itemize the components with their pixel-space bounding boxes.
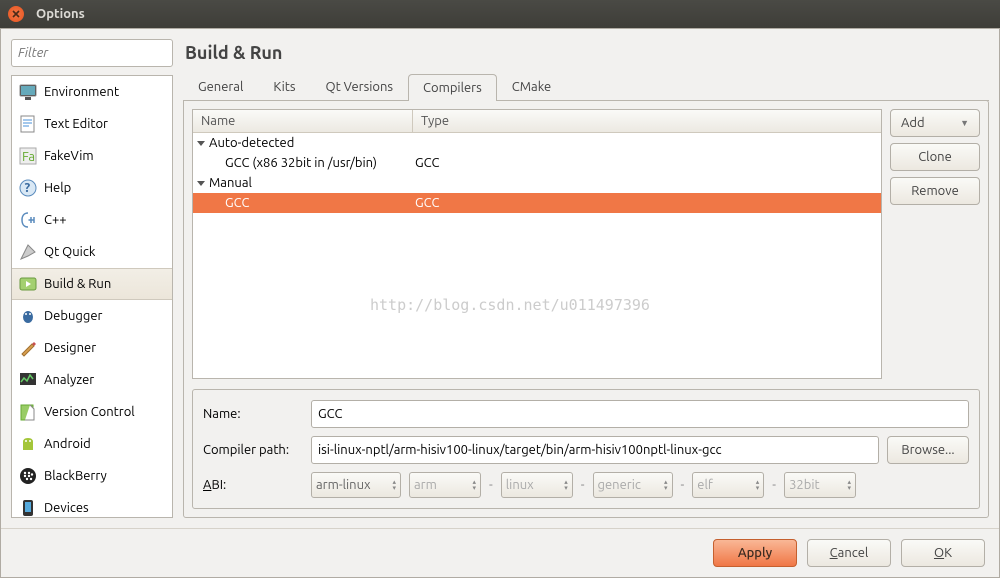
category-label: Analyzer [44,373,94,387]
cpp-icon [18,210,38,230]
abi-os-select: linux▴▾ [501,472,573,498]
category-label: BlackBerry [44,469,107,483]
abi-flavor-select: generic▴▾ [593,472,673,498]
category-qtquick[interactable]: Qt Quick [12,236,172,268]
name-label: Name: [203,407,303,421]
help-icon: ? [18,178,38,198]
page-title: Build & Run [185,43,989,63]
tab-general[interactable]: General [183,73,258,100]
build-run-icon [18,274,38,294]
tab-cmake[interactable]: CMake [497,73,566,100]
path-label: Compiler path: [203,443,303,457]
category-fakevim[interactable]: Fa FakeVim [12,140,172,172]
tab-kits[interactable]: Kits [258,73,310,100]
tab-compilers[interactable]: Compilers [408,74,497,101]
name-input[interactable] [311,400,969,428]
category-label: Designer [44,341,96,355]
category-analyzer[interactable]: Analyzer [12,364,172,396]
category-label: Devices [44,501,89,515]
tree-group-auto[interactable]: Auto-detected [193,133,881,153]
dialog-footer: Apply Cancel OK [1,528,999,577]
category-android[interactable]: Android [12,428,172,460]
abi-label: ABI: [203,478,303,492]
abi-width-select: 32bit▴▾ [784,472,856,498]
svg-text:Fa: Fa [22,150,35,164]
abi-format-select: elf▴▾ [692,472,764,498]
remove-button[interactable]: Remove [890,177,980,205]
category-devices[interactable]: Devices [12,492,172,518]
tab-qtversions[interactable]: Qt Versions [311,73,409,100]
title-bar: Options [0,0,1000,28]
category-label: Environment [44,85,119,99]
abi-select[interactable]: arm-linux▴▾ [311,472,401,498]
compiler-path-input[interactable] [311,436,879,464]
category-blackberry[interactable]: BlackBerry [12,460,172,492]
designer-icon [18,338,38,358]
column-name[interactable]: Name [193,110,413,132]
devices-icon [18,498,38,518]
column-type[interactable]: Type [413,110,457,132]
window-title: Options [36,7,85,21]
compiler-tree[interactable]: Name Type Auto-detected GCC (x86 32bit i… [192,109,882,379]
svg-text:?: ? [25,181,31,195]
category-label: Qt Quick [44,245,95,259]
monitor-icon [18,82,38,102]
category-label: Android [44,437,91,451]
category-text-editor[interactable]: Text Editor [12,108,172,140]
filter-input[interactable] [11,39,173,67]
category-version-control[interactable]: Version Control [12,396,172,428]
chevron-down-icon: ▼ [960,118,969,128]
category-help[interactable]: ? Help [12,172,172,204]
tab-content: Name Type Auto-detected GCC (x86 32bit i… [183,100,989,518]
version-control-icon [18,402,38,422]
compiler-detail: Name: Compiler path: Browse... ABI: arm-… [192,389,980,509]
debugger-icon [18,306,38,326]
apply-button[interactable]: Apply [713,539,797,567]
category-label: Build & Run [44,277,111,291]
tree-header: Name Type [193,110,881,133]
category-list[interactable]: Environment Text Editor Fa FakeVim ? Hel… [11,75,173,518]
expander-icon[interactable] [197,181,205,186]
category-label: Version Control [44,405,135,419]
abi-arch-select: arm▴▾ [409,472,481,498]
fakevim-icon: Fa [18,146,38,166]
android-icon [18,434,38,454]
add-button[interactable]: Add ▼ [890,109,980,137]
document-icon [18,114,38,134]
clone-button[interactable]: Clone [890,143,980,171]
expander-icon[interactable] [197,141,205,146]
blackberry-icon [18,466,38,486]
category-label: Help [44,181,71,195]
tree-item-auto-gcc[interactable]: GCC (x86 32bit in /usr/bin) GCC [193,153,881,173]
qtquick-icon [18,242,38,262]
tree-item-manual-gcc[interactable]: GCC GCC [193,193,881,213]
analyzer-icon [18,370,38,390]
cancel-button[interactable]: Cancel [807,539,891,567]
dialog-body: Environment Text Editor Fa FakeVim ? Hel… [0,28,1000,578]
category-label: Debugger [44,309,102,323]
category-label: FakeVim [44,149,94,163]
tree-group-manual[interactable]: Manual [193,173,881,193]
category-label: C++ [44,213,67,227]
close-icon[interactable] [8,6,24,22]
category-environment[interactable]: Environment [12,76,172,108]
tab-bar: General Kits Qt Versions Compilers CMake [183,73,989,101]
category-build-run[interactable]: Build & Run [12,268,172,300]
category-label: Text Editor [44,117,108,131]
tree-body[interactable]: Auto-detected GCC (x86 32bit in /usr/bin… [193,133,881,378]
category-cpp[interactable]: C++ [12,204,172,236]
browse-button[interactable]: Browse... [887,436,969,464]
category-debugger[interactable]: Debugger [12,300,172,332]
category-designer[interactable]: Designer [12,332,172,364]
ok-button[interactable]: OK [901,539,985,567]
